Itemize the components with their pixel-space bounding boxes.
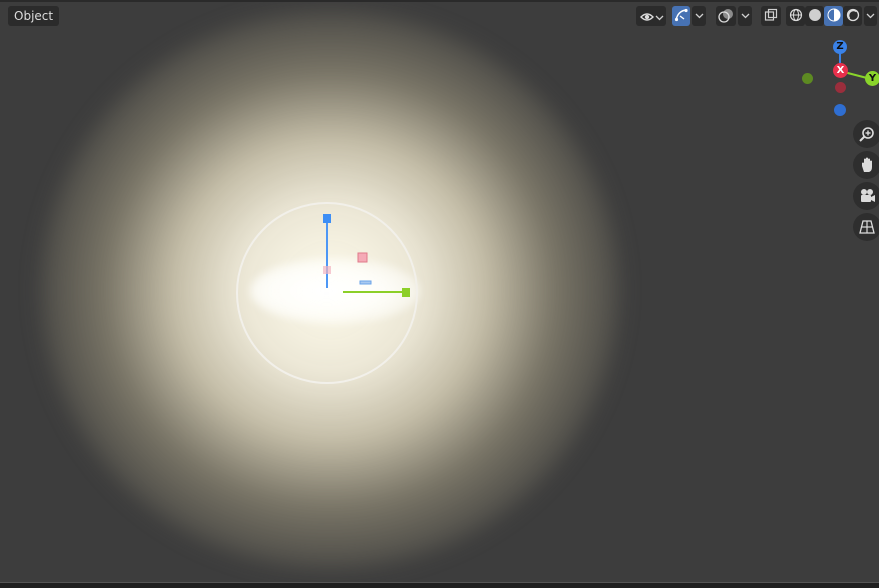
visibility-icon <box>640 8 654 24</box>
object-mode-dropdown[interactable]: Object <box>8 6 60 26</box>
light-gizmo-layer <box>236 202 418 384</box>
overlay-icon <box>716 8 736 24</box>
viewport-header: Object <box>0 0 879 31</box>
chevron-down-icon <box>864 13 877 19</box>
gizmo-y-axis[interactable]: Y <box>865 71 879 86</box>
overlay-options-dropdown[interactable] <box>738 6 752 26</box>
wireframe-shading-button[interactable] <box>786 6 805 26</box>
visibility-dropdown[interactable] <box>636 6 666 26</box>
y-axis-handle[interactable] <box>402 288 410 297</box>
pan-button[interactable] <box>853 151 879 179</box>
chevron-down-icon <box>692 13 706 19</box>
wireframe-shading-icon <box>786 8 805 22</box>
xy-plane-handle[interactable] <box>359 280 372 285</box>
gizmo-neg-z-axis[interactable] <box>834 104 846 116</box>
perspective-toggle-button[interactable] <box>853 213 879 241</box>
z-axis-handle[interactable] <box>323 214 331 223</box>
zoom-button[interactable] <box>853 120 879 148</box>
gizmo-z-axis[interactable]: Z <box>833 40 847 54</box>
chevron-down-icon <box>738 13 752 19</box>
material-shading-button[interactable] <box>824 6 843 26</box>
3d-viewport[interactable]: Object Z X Y <box>0 0 879 588</box>
gizmo-x-axis[interactable]: X <box>833 63 848 78</box>
solid-shading-icon <box>805 8 824 22</box>
gizmo-neg-y-axis[interactable] <box>802 73 813 84</box>
shading-options-dropdown[interactable] <box>864 6 877 26</box>
gizmo-toggle-button[interactable] <box>672 6 690 26</box>
chevron-down-icon <box>655 8 664 24</box>
camera-view-button[interactable] <box>853 182 879 210</box>
x-axis-handle[interactable] <box>323 266 331 274</box>
gizmo-neg-x-axis[interactable] <box>835 82 846 93</box>
overlay-toggle-button[interactable] <box>716 6 736 26</box>
material-shading-icon <box>824 8 843 22</box>
rendered-shading-button[interactable] <box>843 6 862 26</box>
xray-toggle-button[interactable] <box>761 6 781 26</box>
xray-icon <box>761 8 781 22</box>
viewport-bottom-border <box>0 582 879 588</box>
xz-plane-handle[interactable] <box>357 252 368 263</box>
gizmo-toggle-icon <box>672 8 690 22</box>
header-border <box>0 0 879 2</box>
solid-shading-button[interactable] <box>805 6 824 26</box>
gizmo-options-dropdown[interactable] <box>692 6 706 26</box>
rendered-shading-icon <box>843 8 862 22</box>
